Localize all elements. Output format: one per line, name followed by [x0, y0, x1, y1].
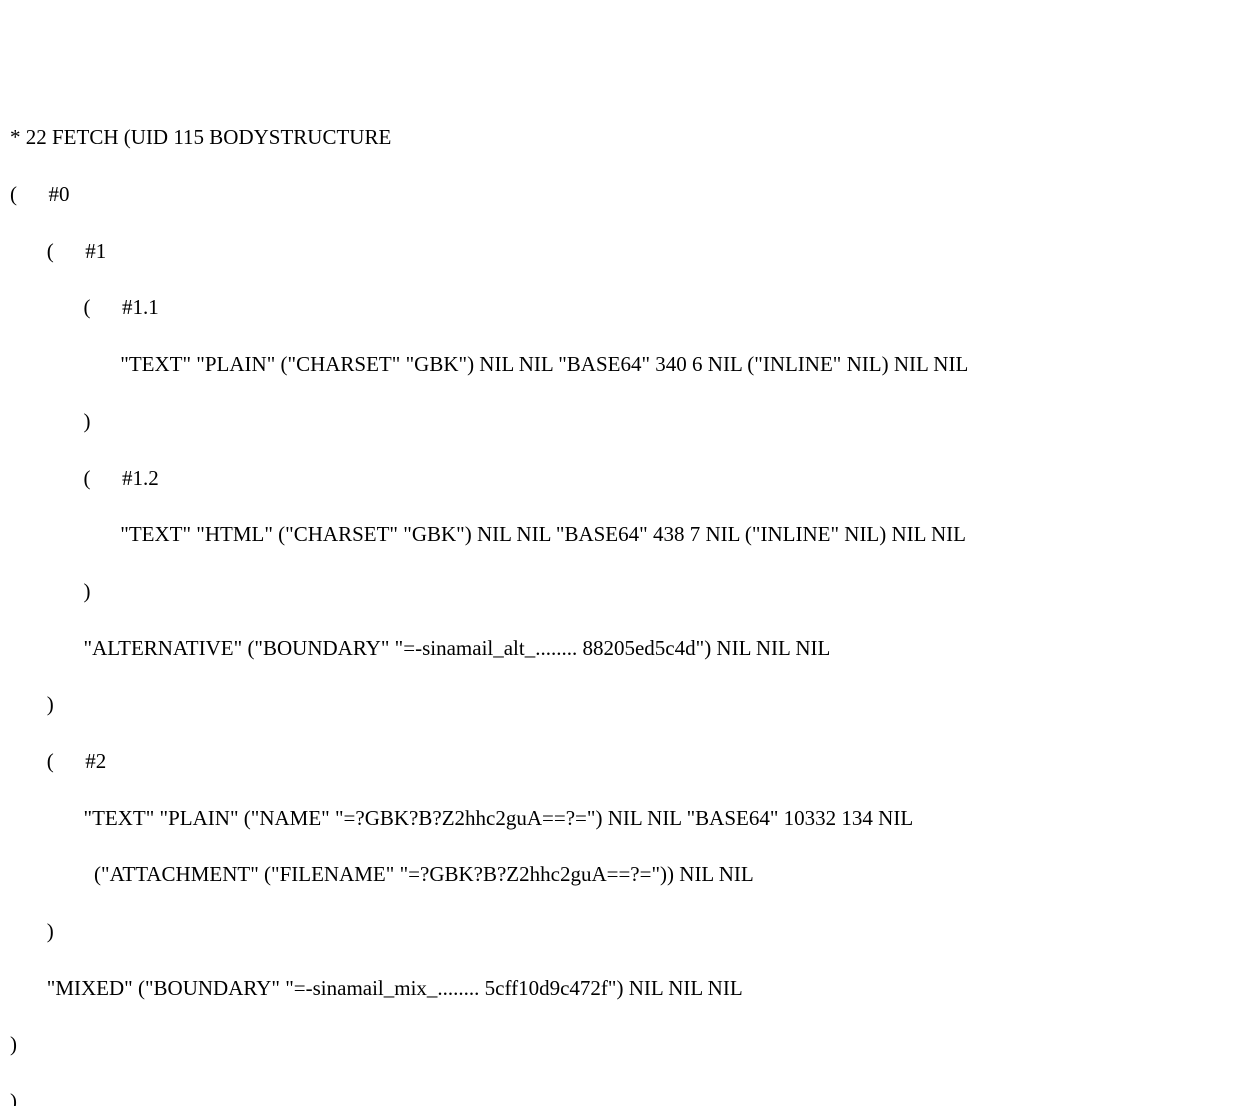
open-part-1-1: ( #1.1: [10, 293, 1229, 321]
close-fetch: ): [10, 1087, 1229, 1106]
part-1-1-body: "TEXT" "PLAIN" ("CHARSET" "GBK") NIL NIL…: [10, 350, 1229, 378]
close-part-1-2: ): [10, 577, 1229, 605]
part-0-mixed: "MIXED" ("BOUNDARY" "=-sinamail_mix_....…: [10, 974, 1229, 1002]
part-2-body-a: "TEXT" "PLAIN" ("NAME" "=?GBK?B?Z2hhc2gu…: [10, 804, 1229, 832]
open-part-0: ( #0: [10, 180, 1229, 208]
fetch-header: * 22 FETCH (UID 115 BODYSTRUCTURE: [10, 123, 1229, 151]
part-2-body-b: ("ATTACHMENT" ("FILENAME" "=?GBK?B?Z2hhc…: [10, 860, 1229, 888]
part-1-alternative: "ALTERNATIVE" ("BOUNDARY" "=-sinamail_al…: [10, 634, 1229, 662]
part-1-2-body: "TEXT" "HTML" ("CHARSET" "GBK") NIL NIL …: [10, 520, 1229, 548]
close-part-1-1: ): [10, 407, 1229, 435]
close-part-1: ): [10, 690, 1229, 718]
open-part-2: ( #2: [10, 747, 1229, 775]
close-part-2: ): [10, 917, 1229, 945]
open-part-1-2: ( #1.2: [10, 464, 1229, 492]
open-part-1: ( #1: [10, 237, 1229, 265]
close-part-0: ): [10, 1030, 1229, 1058]
